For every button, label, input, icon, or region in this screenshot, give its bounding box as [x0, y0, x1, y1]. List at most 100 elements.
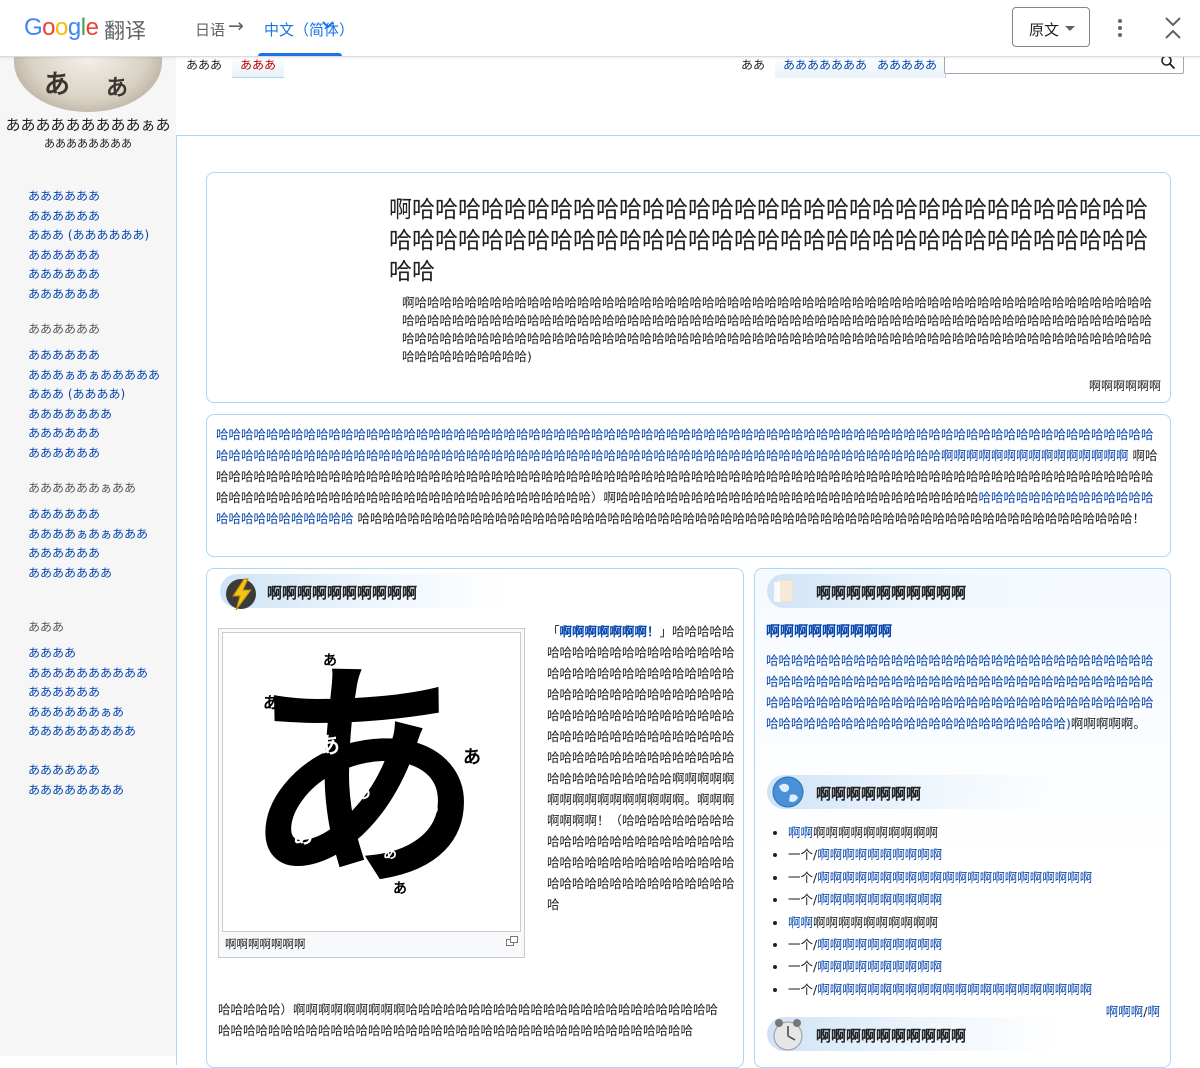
sidebar-item[interactable]: ああああああ — [28, 444, 160, 464]
news-list-item: 一个/啊啊啊啊啊啊啊啊啊啊 — [788, 956, 1158, 978]
news-item-prefix: 一个/ — [788, 869, 818, 885]
sidebar-item[interactable]: ああああああ — [28, 683, 148, 703]
sidebar-item[interactable]: ああああああ — [28, 346, 160, 366]
sidebar-item[interactable]: ああああああ — [28, 505, 148, 525]
welcome-box: 啊哈哈哈哈哈哈哈哈哈哈哈哈哈哈哈哈哈哈哈哈哈哈哈哈哈哈哈哈哈哈哈哈哈哈哈哈哈哈哈… — [206, 172, 1171, 403]
featured-title: 啊啊啊啊啊啊啊啊啊啊 — [267, 584, 418, 602]
news-list-item: 啊啊啊啊啊啊啊啊啊啊啊啊 — [788, 912, 1158, 934]
sidebar-item[interactable]: ああああああ — [28, 246, 149, 266]
featured-image[interactable]: あ あ あ あ あ あ あ あ あ あ — [222, 632, 521, 932]
news-item-link[interactable]: 啊啊啊啊啊啊啊啊啊啊 — [817, 937, 942, 952]
sidebar-item[interactable]: ああああああ — [28, 544, 148, 564]
news-item-prefix: 一个/ — [788, 981, 818, 997]
tab-edit[interactable]: あああああああ — [775, 56, 877, 78]
original-text-select[interactable]: 原文 — [1012, 7, 1090, 47]
world-title: 啊啊啊啊啊啊啊 — [816, 785, 922, 803]
sidebar-item[interactable]: あああああああああ — [28, 722, 148, 742]
sidebar-item[interactable]: ああああああ — [28, 761, 124, 781]
news-item-link[interactable]: 啊啊 — [788, 825, 813, 840]
tab-talk[interactable]: あああ — [232, 56, 285, 78]
sidebar-item[interactable]: ああああああ — [28, 187, 149, 207]
welcome-title: 啊哈哈哈哈哈哈哈哈哈哈哈哈哈哈哈哈哈哈哈哈哈哈哈哈哈哈哈哈哈哈哈哈哈哈哈哈哈哈哈… — [389, 197, 1148, 285]
news-list: 啊啊啊啊啊啊啊啊啊啊啊啊一个/啊啊啊啊啊啊啊啊啊啊一个/啊啊啊啊啊啊啊啊啊啊啊啊… — [788, 822, 1158, 1001]
more-vert-icon[interactable] — [1110, 18, 1130, 38]
site-title[interactable]: あああああああああぁあ — [0, 114, 176, 135]
collage-glyph: あ — [323, 653, 337, 669]
intro-link[interactable]: 哈哈哈哈哈哈哈哈哈哈哈哈哈哈哈哈哈哈哈哈哈哈哈哈哈哈哈哈哈哈哈哈哈哈哈哈哈哈哈哈… — [216, 427, 1154, 463]
intro-sentence: 哈哈哈哈哈哈哈哈哈哈哈哈哈哈哈哈哈哈哈哈哈哈哈哈哈哈哈哈哈哈哈哈哈哈哈哈哈哈哈哈… — [353, 511, 1145, 526]
news-item-link[interactable]: 啊啊 — [788, 915, 813, 930]
anniversary-title: 啊啊啊啊啊啊啊啊啊啊 — [816, 1027, 967, 1045]
collage-glyph: あ — [263, 693, 279, 712]
google-logo[interactable]: Google — [24, 14, 99, 42]
news-sentence: 啊啊啊啊啊。 — [1070, 716, 1146, 731]
sidebar-item[interactable]: あああ (ああああ) — [28, 385, 160, 405]
newspaper-icon — [774, 579, 794, 603]
collage-glyph: あ — [318, 734, 340, 759]
sidebar-item[interactable]: あああああああ — [28, 405, 160, 425]
chevron-down-icon[interactable] — [321, 18, 335, 32]
article-count: 啊啊啊啊啊啊 — [1088, 379, 1161, 393]
tab-read[interactable]: ああ — [733, 56, 773, 78]
sidebar-item[interactable]: あああああああ — [28, 564, 148, 584]
clock-icon — [773, 1019, 803, 1051]
news-list-item: 啊啊啊啊啊啊啊啊啊啊啊啊 — [788, 822, 1158, 844]
news-headline-link[interactable]: 啊啊啊啊啊啊啊啊啊 — [766, 621, 892, 641]
news-item-prefix: 一个/ — [788, 892, 818, 908]
quote-mark: 」 — [659, 624, 673, 639]
featured-article-box: 啊啊啊啊啊啊啊啊啊啊 あ あ あ あ あ あ あ あ あ あ 啊啊啊啊啊啊啊 「… — [206, 568, 744, 1068]
tab-history[interactable]: あああああ — [869, 56, 947, 78]
news-item-link[interactable]: 啊啊啊啊啊啊啊啊啊啊 — [817, 959, 942, 974]
sidebar-item[interactable]: あああ (ああああああ) — [28, 226, 149, 246]
news-more-link[interactable]: 啊 — [1147, 1004, 1160, 1019]
sidebar-nav-group: ああああああ ああああああああ — [28, 761, 124, 800]
intro-text: 哈哈哈哈哈哈哈哈哈哈哈哈哈哈哈哈哈哈哈哈哈哈哈哈哈哈哈哈哈哈哈哈哈哈哈哈哈哈哈哈… — [216, 424, 1161, 529]
news-box: 啊啊啊啊啊啊啊啊啊啊 啊啊啊啊啊啊啊啊啊 哈哈哈哈哈哈哈哈哈哈哈哈哈哈哈哈哈哈哈… — [754, 568, 1171, 1068]
hiragana-a-collage: あ あ あ あ あ あ あ あ あ あ — [243, 638, 483, 920]
sidebar-item[interactable]: ああああああ — [28, 424, 160, 444]
target-language-tab[interactable]: 中文（简体） — [264, 19, 354, 40]
news-item-suffix: 啊啊啊啊啊啊啊啊啊啊 — [813, 914, 939, 930]
sidebar-nav-group: ああああああ ああああああ あああぁあぁあああああ あああ (ああああ) あああああああ… — [28, 320, 160, 464]
featured-body: 哈哈哈哈哈哈哈哈哈哈哈哈哈哈哈哈哈哈哈哈哈哈哈哈哈哈哈哈哈哈哈哈哈哈哈哈哈哈哈哈… — [547, 624, 735, 912]
sidebar-nav-group: ああああああぁああああああああ ああああぁあぁあああ ああああああ あああああああ — [28, 479, 148, 583]
news-list-item: 一个/啊啊啊啊啊啊啊啊啊啊啊啊啊啊啊啊啊啊啊啊啊啊 — [788, 979, 1158, 1001]
collapse-icon[interactable] — [1162, 16, 1184, 40]
sidebar-item[interactable]: ああああああああ — [28, 781, 124, 801]
news-item-link[interactable]: 啊啊啊啊啊啊啊啊啊啊啊啊啊啊啊啊啊啊啊啊啊啊 — [817, 982, 1092, 997]
news-item-link[interactable]: 啊啊啊啊啊啊啊啊啊啊 — [817, 892, 942, 907]
collage-glyph: あ — [293, 824, 313, 848]
quote-mark: 「 — [547, 624, 560, 639]
tab-article[interactable]: あああ — [178, 56, 231, 78]
news-list-item: 一个/啊啊啊啊啊啊啊啊啊啊啊啊啊啊啊啊啊啊啊啊啊啊 — [788, 867, 1158, 889]
globe-icon — [772, 776, 804, 808]
news-item-prefix: 一个/ — [788, 937, 818, 953]
news-item-prefix: 一个/ — [788, 959, 818, 975]
news-item-link[interactable]: 啊啊啊啊啊啊啊啊啊啊 — [817, 847, 942, 862]
intro-box: 哈哈哈哈哈哈哈哈哈哈哈哈哈哈哈哈哈哈哈哈哈哈哈哈哈哈哈哈哈哈哈哈哈哈哈哈哈哈哈哈… — [206, 414, 1171, 557]
news-more-link[interactable]: 啊啊啊 — [1106, 1004, 1144, 1019]
news-list-item: 一个/啊啊啊啊啊啊啊啊啊啊 — [788, 934, 1158, 956]
enlarge-icon[interactable] — [506, 936, 518, 946]
sidebar-item[interactable]: ああああぁあぁあああ — [28, 525, 148, 545]
collage-glyph: あ — [383, 846, 397, 862]
sidebar-item[interactable]: ああああああ — [28, 265, 149, 285]
active-tab-indicator — [258, 53, 342, 56]
sidebar-item[interactable]: ああああああぁあ — [28, 703, 148, 723]
news-item-link[interactable]: 啊啊啊啊啊啊啊啊啊啊啊啊啊啊啊啊啊啊啊啊啊啊 — [817, 870, 1092, 885]
source-language[interactable]: 日语 — [195, 19, 225, 40]
caret-down-icon — [1065, 26, 1075, 31]
welcome-description: 啊哈哈哈哈哈哈哈哈哈哈哈哈哈哈哈哈哈哈哈哈哈哈哈哈哈哈哈哈哈哈哈哈哈哈哈哈哈哈哈… — [402, 295, 1153, 364]
sidebar-item[interactable]: ああああああ — [28, 207, 149, 227]
sidebar-nav-heading: あああ — [28, 620, 65, 634]
featured-article-link[interactable]: 啊啊啊啊啊啊啊！ — [560, 624, 660, 639]
sidebar-nav-group: ああああああ ああああああ あああ (ああああああ) ああああああ ああああああ ああああ… — [28, 187, 149, 305]
sidebar-item[interactable]: ああああああ — [28, 285, 149, 305]
sidebar-item[interactable]: ああああああああああ — [28, 664, 148, 684]
translate-product-name[interactable]: 翻译 — [104, 15, 146, 45]
sidebar-nav-heading: ああああああぁああ — [28, 481, 137, 495]
sidebar-item[interactable]: あああぁあぁあああああ — [28, 366, 160, 386]
collage-glyph: あ — [423, 798, 439, 817]
news-item-prefix: 一个/ — [788, 847, 818, 863]
sidebar-item[interactable]: ああああ — [28, 644, 148, 664]
